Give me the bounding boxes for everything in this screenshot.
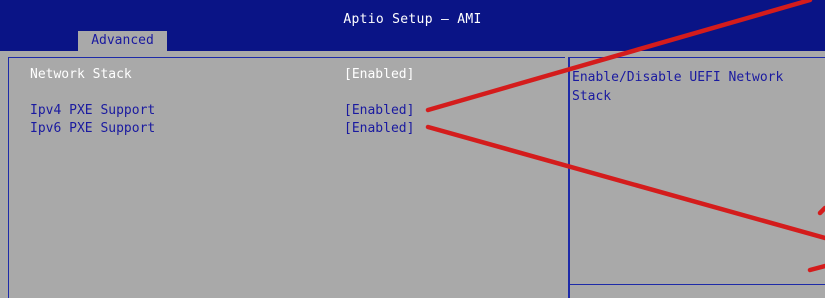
setting-row-network-stack[interactable]: Network Stack [Enabled] bbox=[30, 67, 550, 83]
setting-value[interactable]: [Enabled] bbox=[344, 103, 414, 118]
setting-row-ipv4-pxe[interactable]: Ipv4 PXE Support [Enabled] bbox=[30, 103, 550, 119]
setting-value[interactable]: [Enabled] bbox=[344, 121, 414, 136]
setting-label: Network Stack bbox=[30, 67, 132, 82]
settings-panel bbox=[8, 57, 565, 298]
tab-advanced[interactable]: Advanced bbox=[78, 31, 167, 51]
setting-label: Ipv4 PXE Support bbox=[30, 103, 156, 118]
setting-value[interactable]: [Enabled] bbox=[344, 67, 414, 82]
help-text: Enable/Disable UEFI Network Stack bbox=[572, 70, 784, 104]
setting-row-ipv6-pxe[interactable]: Ipv6 PXE Support [Enabled] bbox=[30, 121, 550, 137]
app-title: Aptio Setup – AMI bbox=[343, 12, 482, 27]
help-divider bbox=[568, 284, 825, 285]
setting-label: Ipv6 PXE Support bbox=[30, 121, 156, 136]
title-bar: Aptio Setup – AMI Advanced bbox=[0, 0, 825, 51]
